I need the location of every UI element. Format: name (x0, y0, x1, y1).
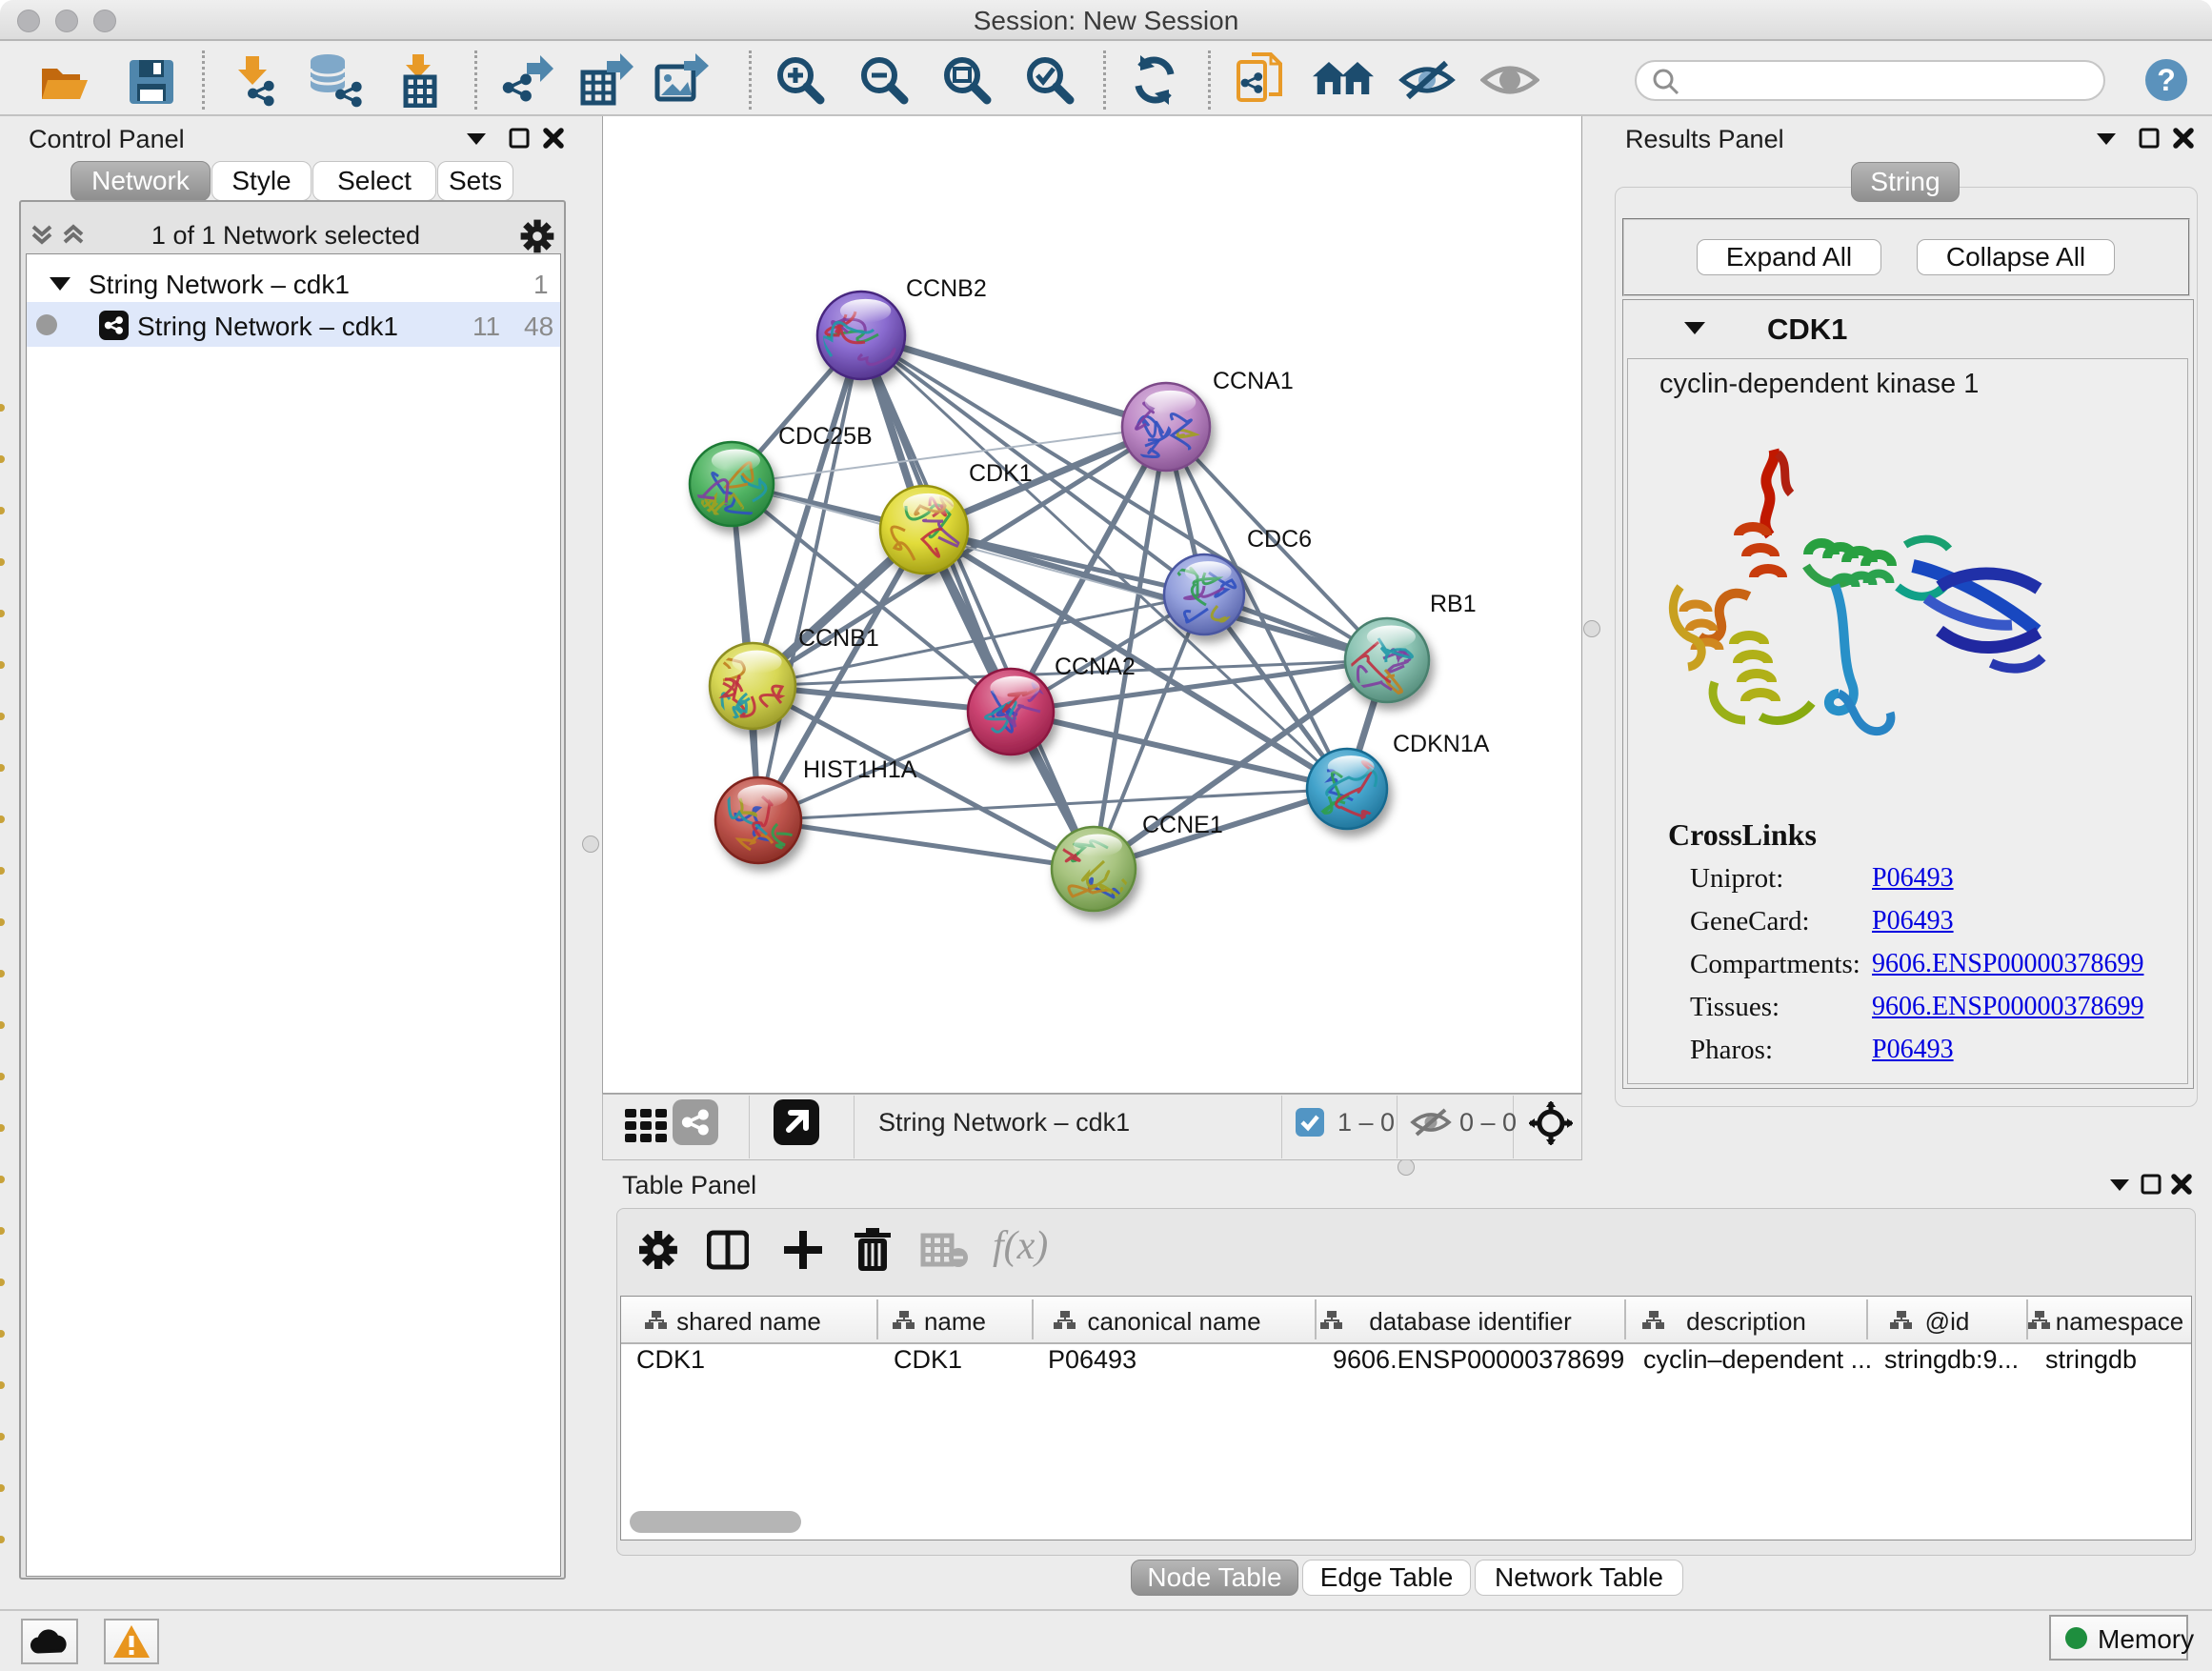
svg-text:RB1: RB1 (1430, 591, 1477, 617)
svg-text:CCNA2: CCNA2 (1055, 654, 1136, 680)
svg-text:CCNB1: CCNB1 (798, 625, 879, 652)
svg-text:HIST1H1A: HIST1H1A (803, 756, 917, 783)
svg-text:CDC6: CDC6 (1247, 526, 1312, 553)
svg-text:CCNB2: CCNB2 (906, 275, 987, 302)
svg-text:CCNA1: CCNA1 (1213, 368, 1294, 394)
svg-text:CCNE1: CCNE1 (1142, 812, 1223, 838)
svg-text:CDK1: CDK1 (969, 460, 1033, 487)
svg-text:CDC25B: CDC25B (778, 423, 873, 450)
svg-text:CDKN1A: CDKN1A (1393, 731, 1490, 757)
